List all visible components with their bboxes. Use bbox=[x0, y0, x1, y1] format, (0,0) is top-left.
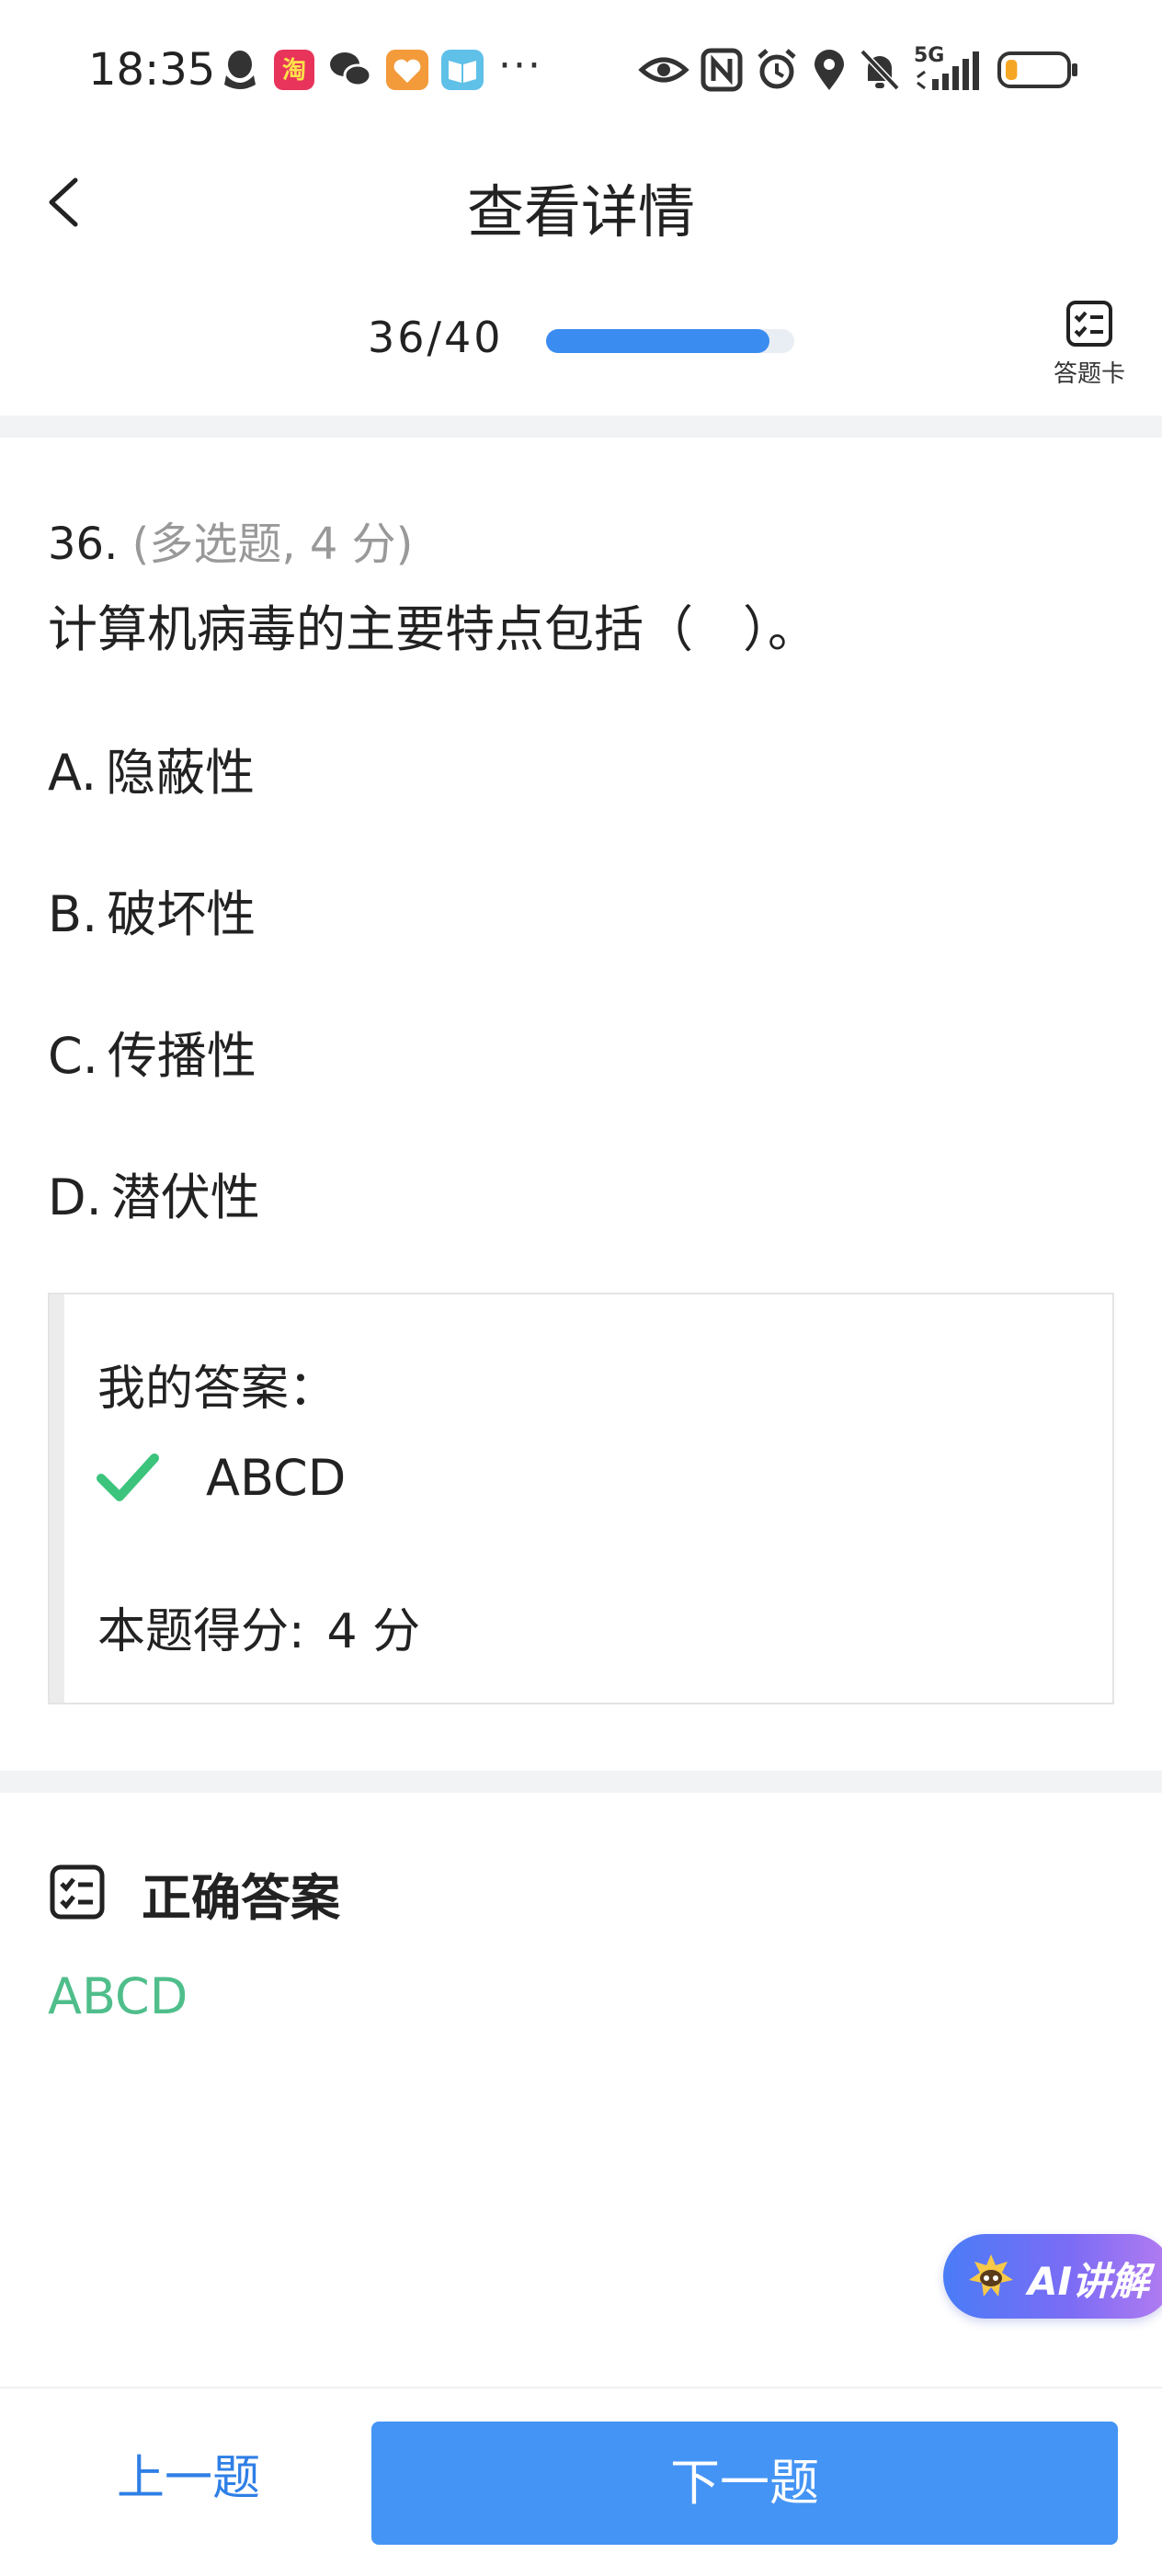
question-text: 计算机病毒的主要特点包括（ ）。 bbox=[48, 600, 817, 658]
eye-icon bbox=[638, 57, 689, 83]
option-b: B. 破坏性 bbox=[48, 873, 256, 946]
taobao-icon: 淘 bbox=[274, 50, 314, 90]
progress-counter: 36/40 bbox=[368, 313, 504, 362]
next-question-button[interactable]: 下一题 bbox=[371, 2422, 1118, 2545]
option-letter: A. bbox=[48, 744, 97, 802]
qq-icon bbox=[224, 51, 256, 89]
status-bar: 18:35 淘 ··· 5G bbox=[0, 0, 1162, 147]
correct-answer-value: ABCD bbox=[48, 1967, 188, 2025]
option-letter: D. bbox=[48, 1168, 102, 1226]
my-answer-label: 我的答案： bbox=[97, 1362, 337, 1417]
progress-bar-fill bbox=[546, 329, 769, 353]
reader-icon bbox=[441, 50, 484, 90]
option-text: 潜伏性 bbox=[110, 1168, 260, 1226]
prev-question-button[interactable]: 上一题 bbox=[55, 2422, 322, 2536]
section-divider bbox=[0, 1771, 1162, 1793]
nfc-icon bbox=[701, 48, 743, 92]
location-icon bbox=[815, 50, 844, 90]
question-number: 36. bbox=[48, 519, 119, 570]
checklist-icon bbox=[1066, 301, 1112, 347]
option-text: 隐蔽性 bbox=[106, 744, 256, 802]
robot-mascot-icon bbox=[969, 2254, 1013, 2297]
correct-answer-title: 正确答案 bbox=[142, 1869, 340, 1927]
nav-header: 查看详情 bbox=[0, 147, 1162, 257]
option-d: D. 潜伏性 bbox=[48, 1157, 260, 1229]
option-letter: B. bbox=[48, 885, 98, 943]
score-label: 本题得分: bbox=[97, 1604, 305, 1659]
svg-text:淘: 淘 bbox=[282, 57, 306, 85]
my-answer-value: ABCD bbox=[206, 1449, 347, 1507]
progress-bar bbox=[546, 329, 794, 353]
progress-row: 36/40 答题卡 bbox=[0, 276, 1162, 414]
score-row: 本题得分: 4 分 bbox=[97, 1592, 420, 1661]
ai-explain-label: AI讲解 bbox=[1028, 2259, 1150, 2304]
check-icon bbox=[97, 1453, 159, 1501]
option-a: A. 隐蔽性 bbox=[48, 732, 255, 804]
signal-icon: 5G bbox=[914, 44, 980, 92]
page-title: 查看详情 bbox=[466, 178, 695, 245]
option-c: C. 传播性 bbox=[48, 1015, 256, 1088]
bottom-navigation: 上一题 下一题 bbox=[0, 2387, 1162, 2576]
alarm-icon bbox=[758, 49, 796, 89]
panel-accent-bar bbox=[50, 1294, 64, 1703]
option-text: 传播性 bbox=[107, 1027, 256, 1085]
answer-card-label: 答题卡 bbox=[1053, 360, 1125, 388]
answer-card-button[interactable]: 答题卡 bbox=[1039, 298, 1140, 399]
my-answer-panel: 我的答案： ABCD 本题得分: 4 分 bbox=[48, 1293, 1114, 1704]
more-notifications: ··· bbox=[498, 42, 542, 89]
wechat-icon bbox=[330, 52, 372, 87]
question-meta: 36. (多选题, 4 分) bbox=[48, 507, 413, 572]
section-divider bbox=[0, 416, 1162, 438]
checklist-icon bbox=[50, 1864, 105, 1920]
app-heart-icon bbox=[386, 50, 428, 90]
option-letter: C. bbox=[48, 1027, 98, 1085]
option-text: 破坏性 bbox=[107, 885, 256, 943]
question-type: (多选题, 4 分) bbox=[131, 519, 414, 570]
battery-icon bbox=[997, 51, 1077, 88]
score-value: 4 分 bbox=[326, 1604, 421, 1659]
status-time: 18:35 bbox=[88, 44, 216, 96]
ai-explain-button[interactable]: AI讲解 bbox=[943, 2234, 1162, 2319]
mute-icon bbox=[860, 49, 900, 91]
